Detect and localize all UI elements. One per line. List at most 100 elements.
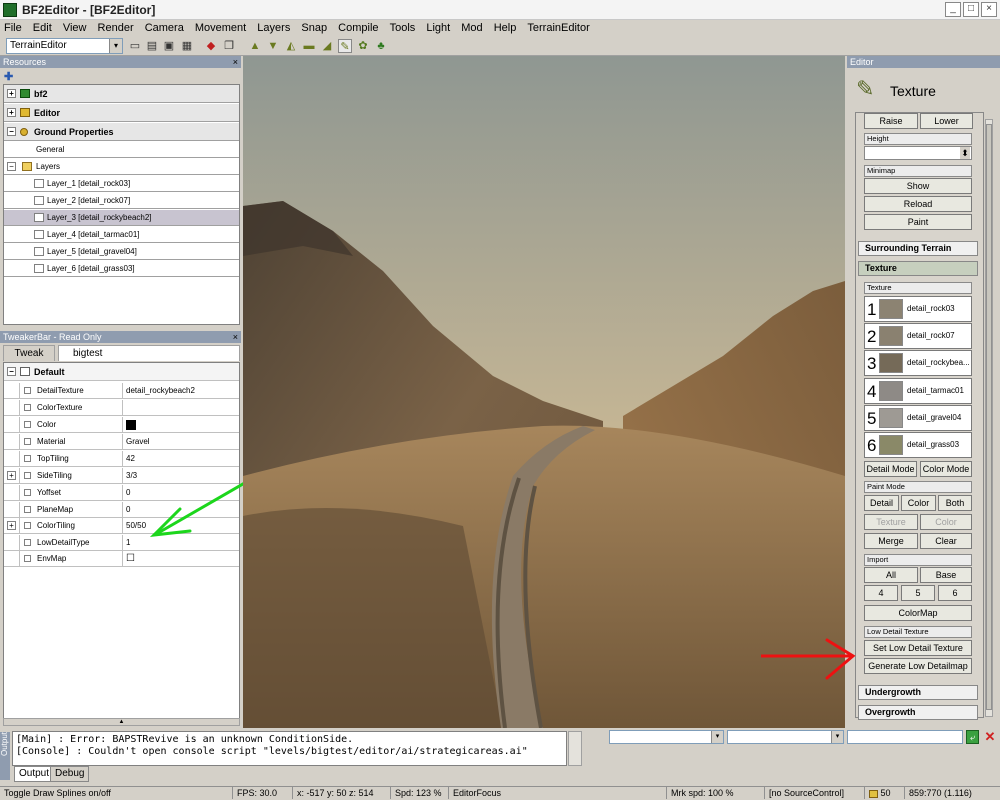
import-base-button[interactable]: Base	[920, 567, 972, 583]
menu-layers[interactable]: Layers	[253, 20, 294, 36]
add-resource-icon[interactable]: ✚	[4, 70, 13, 83]
color-mode-button[interactable]: Color Mode	[920, 461, 972, 477]
group-default[interactable]: − Default	[4, 363, 239, 381]
tree-node-layer-6[interactable]: Layer_6 [detail_grass03]	[4, 261, 239, 277]
close-button[interactable]: ×	[981, 2, 997, 17]
paint-button[interactable]: Paint	[864, 214, 972, 230]
chevron-down-icon[interactable]: ▾	[831, 731, 843, 743]
execute-icon[interactable]: ⤶	[966, 730, 979, 744]
terrain-raise-icon[interactable]: ▲	[248, 39, 262, 53]
tweakerbar-scroll-up[interactable]: ▲	[3, 718, 240, 726]
editor-select[interactable]: TerrainEditor ▾	[6, 38, 123, 54]
menu-movement[interactable]: Movement	[191, 20, 250, 36]
tree-node-layers[interactable]: − Layers	[4, 159, 239, 175]
section-surrounding-terrain[interactable]: Surrounding Terrain	[858, 241, 978, 256]
copy-icon[interactable]: ❐	[222, 39, 236, 53]
set-low-detail-texture-button[interactable]: Set Low Detail Texture	[864, 640, 972, 656]
show-button[interactable]: Show	[864, 178, 972, 194]
menu-view[interactable]: View	[59, 20, 91, 36]
raise-button[interactable]: Raise	[864, 113, 918, 129]
prop-value[interactable]: 0	[126, 485, 130, 501]
output-log[interactable]: [Main] : Error: BAPSTRevive is an unknow…	[12, 731, 567, 766]
tree-node-general[interactable]: General	[4, 142, 239, 158]
prop-row-color[interactable]: Color	[4, 417, 239, 433]
texture-slot-5[interactable]: 5 detail_gravel04	[864, 405, 972, 431]
close-icon[interactable]: ×	[233, 56, 238, 68]
texture-paint-icon[interactable]: ✎	[338, 39, 352, 53]
merge-button[interactable]: Merge	[864, 533, 918, 549]
prop-value[interactable]: 0	[126, 502, 130, 518]
open-folder-icon[interactable]: ▤	[145, 39, 159, 53]
terrain-smooth-icon[interactable]: ◭	[284, 39, 298, 53]
tree-node-layer-1[interactable]: Layer_1 [detail_rock03]	[4, 176, 239, 192]
save-all-icon[interactable]: ▦	[180, 39, 194, 53]
tree-node-layer-5[interactable]: Layer_5 [detail_gravel04]	[4, 244, 239, 260]
detail-mode-button[interactable]: Detail Mode	[864, 461, 917, 477]
tab-output[interactable]: Output	[14, 766, 55, 782]
height-input[interactable]: ⬍	[864, 146, 972, 160]
tree-node-layer-4[interactable]: Layer_4 [detail_tarmac01]	[4, 227, 239, 243]
menu-snap[interactable]: Snap	[297, 20, 331, 36]
export-icon[interactable]: ◆	[204, 39, 218, 53]
save-icon[interactable]: ▣	[162, 39, 176, 53]
prop-row-envmap[interactable]: EnvMap ☐	[4, 551, 239, 567]
tab-tweak[interactable]: Tweak	[3, 345, 55, 361]
tab-debug[interactable]: Debug	[50, 766, 90, 782]
terrain-ramp-icon[interactable]: ◢	[320, 39, 334, 53]
spin-icon[interactable]: ⬍	[960, 147, 970, 159]
terrain-lower-icon[interactable]: ▼	[266, 39, 280, 53]
expand-icon[interactable]: +	[7, 521, 16, 530]
menu-edit[interactable]: Edit	[29, 20, 56, 36]
editor-scrollbar[interactable]	[985, 119, 993, 717]
colormap-button[interactable]: ColorMap	[864, 605, 972, 621]
dropdown-2[interactable]: ▾	[727, 730, 844, 744]
tree-node-layer-2[interactable]: Layer_2 [detail_rock07]	[4, 193, 239, 209]
prop-value[interactable]: 1	[126, 535, 130, 551]
new-file-icon[interactable]: ▭	[128, 39, 142, 53]
close-icon[interactable]: ×	[233, 331, 238, 343]
clear-output-icon[interactable]: ✕	[983, 729, 997, 744]
chevron-down-icon[interactable]: ▾	[109, 39, 122, 53]
menu-terraineditor[interactable]: TerrainEditor	[523, 20, 593, 36]
texture-slot-4[interactable]: 4 detail_tarmac01	[864, 378, 972, 404]
menu-mod[interactable]: Mod	[457, 20, 486, 36]
command-input[interactable]	[847, 730, 963, 744]
paint-texture-button[interactable]: Texture	[864, 514, 918, 530]
expand-icon[interactable]: +	[7, 108, 16, 117]
import-6-button[interactable]: 6	[938, 585, 972, 601]
envmap-checkbox[interactable]: ☐	[126, 551, 135, 567]
tree-node-bf2[interactable]: + bf2	[4, 85, 239, 103]
reload-button[interactable]: Reload	[864, 196, 972, 212]
dropdown-1[interactable]: ▾	[609, 730, 724, 744]
menu-file[interactable]: File	[0, 20, 26, 36]
undergrowth-icon[interactable]: ✿	[356, 39, 370, 53]
menu-camera[interactable]: Camera	[141, 20, 188, 36]
generate-low-detailmap-button[interactable]: Generate Low Detailmap	[864, 658, 972, 674]
paint-both-button[interactable]: Both	[938, 495, 972, 511]
minimize-button[interactable]: _	[945, 2, 961, 17]
prop-value[interactable]: 42	[126, 451, 135, 467]
collapse-icon[interactable]: −	[7, 127, 16, 136]
menu-render[interactable]: Render	[94, 20, 138, 36]
expand-icon[interactable]: +	[7, 471, 16, 480]
menu-help[interactable]: Help	[490, 20, 521, 36]
prop-value[interactable]: 3/3	[126, 468, 137, 484]
import-all-button[interactable]: All	[864, 567, 918, 583]
tree-node-editor[interactable]: + Editor	[4, 104, 239, 122]
texture-slot-3[interactable]: 3 detail_rockybea...	[864, 350, 972, 376]
menu-light[interactable]: Light	[422, 20, 454, 36]
prop-row-colortexture[interactable]: ColorTexture	[4, 400, 239, 416]
prop-value[interactable]: Gravel	[126, 434, 150, 450]
chevron-down-icon[interactable]: ▾	[711, 731, 723, 743]
terrain-viewport[interactable]	[243, 56, 845, 728]
import-5-button[interactable]: 5	[901, 585, 935, 601]
tree-node-layer-3[interactable]: Layer_3 [detail_rockybeach2]	[4, 210, 239, 226]
collapse-icon[interactable]: −	[7, 367, 16, 376]
menu-tools[interactable]: Tools	[386, 20, 420, 36]
prop-value[interactable]: detail_rockybeach2	[126, 383, 195, 399]
color-swatch[interactable]	[126, 420, 136, 430]
paint-color-button[interactable]: Color	[901, 495, 936, 511]
texture-slot-1[interactable]: 1 detail_rock03	[864, 296, 972, 322]
prop-row-material[interactable]: Material Gravel	[4, 434, 239, 450]
tab-bigtest[interactable]: bigtest	[58, 345, 240, 361]
